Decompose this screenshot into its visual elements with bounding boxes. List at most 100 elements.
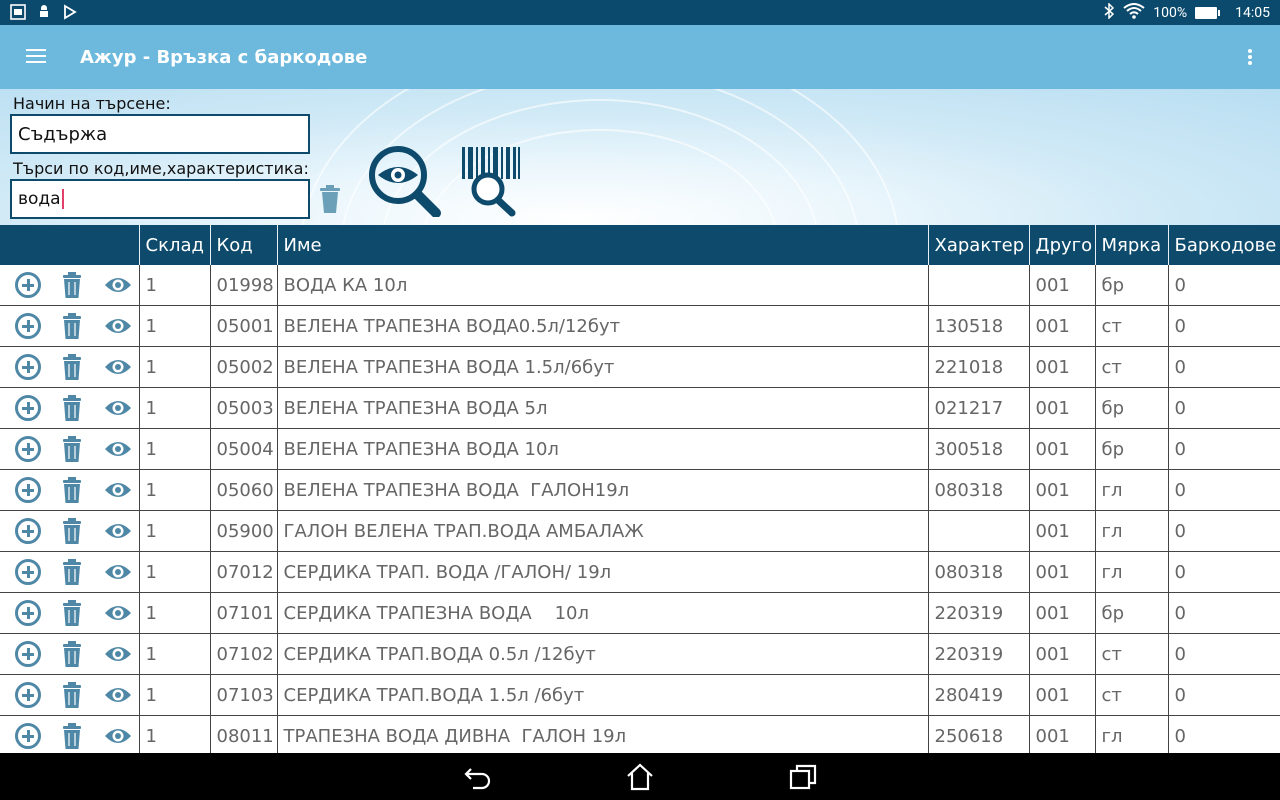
cell-warehouse: 1 [139,633,211,675]
cell-name: СЕРДИКА ТРАП.ВОДА 0.5л /12бут [277,633,929,675]
add-icon[interactable] [15,559,41,585]
menu-icon[interactable] [26,49,46,64]
search-mode-select[interactable]: Съдържа [10,114,310,154]
header-name[interactable]: Име [277,225,929,265]
back-icon[interactable] [463,763,493,791]
table-row[interactable]: 1 05060 ВЕЛЕНА ТРАПЕЗНА ВОДА ГАЛОН19л 08031… [0,469,1280,511]
cell-barcodes: 0 [1168,387,1280,429]
trash-icon[interactable] [62,559,82,585]
table-row[interactable]: 1 07103 СЕРДИКА ТРАП.ВОДА 1.5л /6бут 280419… [0,674,1280,716]
eye-icon[interactable] [104,399,132,417]
add-icon[interactable] [15,600,41,626]
cell-characteristic: 080318 [928,469,1030,511]
add-icon[interactable] [15,641,41,667]
add-icon[interactable] [15,313,41,339]
barcode-search-icon[interactable] [460,145,524,221]
table-row[interactable]: 1 07012 СЕРДИКА ТРАП. ВОДА /ГАЛОН/ 19л 0803… [0,551,1280,593]
trash-icon[interactable] [62,641,82,667]
play-store-icon [62,4,78,20]
eye-icon[interactable] [104,686,132,704]
cell-unit: бр [1095,265,1169,306]
row-actions [0,265,140,306]
eye-icon[interactable] [104,358,132,376]
cell-barcodes: 0 [1168,265,1280,306]
row-actions [0,633,140,675]
table-row[interactable]: 1 08011 ТРАПЕЗНА ВОДА ДИВНА ГАЛОН 19л 25061… [0,715,1280,753]
screen-capture-icon [10,4,26,20]
cell-warehouse: 1 [139,346,211,388]
cell-unit: гл [1095,469,1169,511]
cell-other: 001 [1029,469,1096,511]
cell-unit: ст [1095,674,1169,716]
trash-icon[interactable] [62,723,82,749]
trash-icon[interactable] [62,518,82,544]
eye-icon[interactable] [104,440,132,458]
cell-barcodes: 0 [1168,715,1280,753]
eye-icon[interactable] [104,522,132,540]
table-row[interactable]: 1 07102 СЕРДИКА ТРАП.ВОДА 0.5л /12бут 22031… [0,633,1280,675]
cell-code: 01998 [210,265,278,306]
trash-icon[interactable] [62,354,82,380]
add-icon[interactable] [15,518,41,544]
table-row[interactable]: 1 05003 ВЕЛЕНА ТРАПЕЗНА ВОДА 5л 021217 001 бр… [0,387,1280,429]
row-actions [0,510,140,552]
cell-unit: гл [1095,510,1169,552]
cell-other: 001 [1029,346,1096,388]
eye-icon[interactable] [104,604,132,622]
cell-warehouse: 1 [139,469,211,511]
header-code[interactable]: Код [210,225,278,265]
add-icon[interactable] [15,436,41,462]
cell-warehouse: 1 [139,510,211,552]
search-mode-label: Начин на търсене: [13,94,171,113]
cell-barcodes: 0 [1168,305,1280,347]
cell-characteristic: 220319 [928,633,1030,675]
eye-icon[interactable] [104,276,132,294]
table-row[interactable]: 1 05900 ГАЛОН ВЕЛЕНА ТРАП.ВОДА АМБАЛАЖ 001 г… [0,510,1280,552]
cell-name: СЕРДИКА ТРАП. ВОДА /ГАЛОН/ 19л [277,551,929,593]
table-row[interactable]: 1 07101 СЕРДИКА ТРАПЕЗНА ВОДА 10л 220319 001… [0,592,1280,634]
trash-icon[interactable] [62,682,82,708]
trash-icon[interactable] [62,600,82,626]
add-icon[interactable] [15,682,41,708]
add-icon[interactable] [15,354,41,380]
trash-icon[interactable] [62,477,82,503]
add-icon[interactable] [15,395,41,421]
header-unit[interactable]: Мярка [1095,225,1169,265]
trash-icon[interactable] [62,436,82,462]
eye-icon[interactable] [104,481,132,499]
cell-barcodes: 0 [1168,633,1280,675]
home-icon[interactable] [625,763,655,791]
add-icon[interactable] [15,272,41,298]
table-row[interactable]: 1 01998 ВОДА КА 10л 001 бр 0 [0,265,1280,306]
header-other[interactable]: Друго [1029,225,1096,265]
table-row[interactable]: 1 05001 ВЕЛЕНА ТРАПЕЗНА ВОДА0.5л/12бут 1305… [0,305,1280,347]
wifi-icon [1123,3,1145,23]
header-warehouse[interactable]: Склад [139,225,211,265]
battery-label: 100% [1153,5,1188,21]
cell-characteristic: 250618 [928,715,1030,753]
cell-other: 001 [1029,305,1096,347]
header-characteristic[interactable]: Характер [928,225,1030,265]
table-row[interactable]: 1 05004 ВЕЛЕНА ТРАПЕЗНА ВОДА 10л 300518 001 б… [0,428,1280,470]
eye-icon[interactable] [104,727,132,745]
add-icon[interactable] [15,477,41,503]
trash-icon[interactable] [62,272,82,298]
eye-icon[interactable] [104,645,132,663]
eye-search-icon[interactable] [368,145,444,221]
clear-search-trash-icon[interactable] [318,183,342,219]
trash-icon[interactable] [62,395,82,421]
table-row[interactable]: 1 05002 ВЕЛЕНА ТРАПЕЗНА ВОДА 1.5л/6бут 2210… [0,346,1280,388]
trash-icon[interactable] [62,313,82,339]
search-query-input[interactable]: вода [10,179,310,219]
overflow-menu-icon[interactable] [1248,49,1252,65]
battery-icon [1195,7,1221,19]
row-actions [0,469,140,511]
cell-other: 001 [1029,674,1096,716]
eye-icon[interactable] [104,317,132,335]
add-icon[interactable] [15,723,41,749]
cell-name: ВЕЛЕНА ТРАПЕЗНА ВОДА ГАЛОН19л [277,469,929,511]
header-barcodes[interactable]: Баркодове [1168,225,1280,265]
recents-icon[interactable] [788,763,818,791]
eye-icon[interactable] [104,563,132,581]
row-actions [0,387,140,429]
